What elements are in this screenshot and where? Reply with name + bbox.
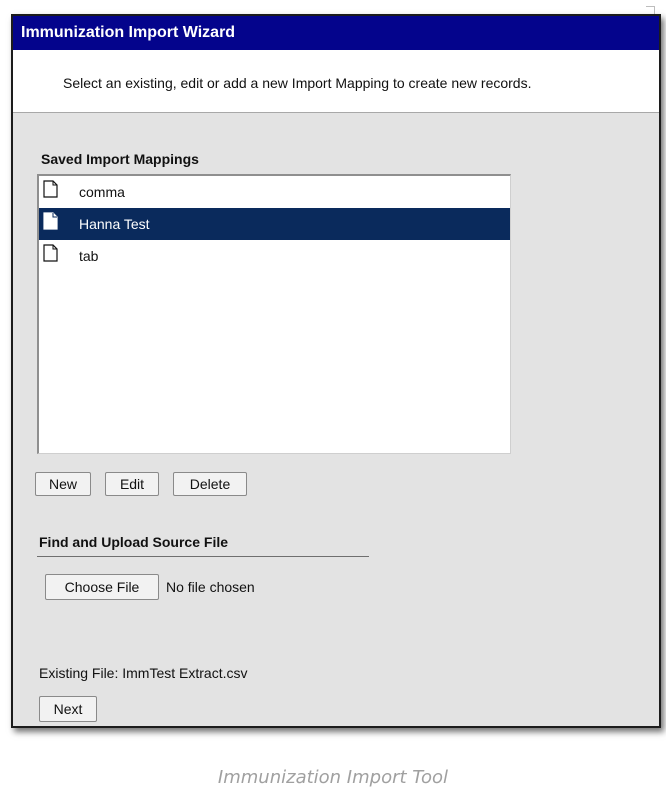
list-item-label: tab	[79, 248, 99, 264]
no-file-chosen-text: No file chosen	[166, 579, 255, 595]
list-item-tab[interactable]: tab	[39, 240, 510, 272]
list-item-label: comma	[79, 184, 125, 200]
upload-section-label: Find and Upload Source File	[39, 534, 229, 550]
choose-file-button[interactable]: Choose File	[45, 574, 159, 600]
instructions-panel: Select an existing, edit or add a new Im…	[13, 50, 659, 113]
instructions-text: Select an existing, edit or add a new Im…	[63, 75, 532, 91]
list-item-comma[interactable]: comma	[39, 176, 510, 208]
delete-button[interactable]: Delete	[173, 472, 247, 496]
document-icon	[43, 212, 58, 230]
figure-caption: Immunization Import Tool	[217, 767, 449, 788]
wizard-title-bar: Immunization Import Wizard	[13, 16, 659, 50]
edit-button[interactable]: Edit	[105, 472, 159, 496]
document-icon	[43, 180, 58, 198]
next-button[interactable]: Next	[39, 696, 97, 722]
existing-file-text: Existing File: ImmTest Extract.csv	[39, 665, 248, 681]
new-button[interactable]: New	[35, 472, 91, 496]
wizard-title: Immunization Import Wizard	[21, 24, 236, 41]
list-item-label: Hanna Test	[79, 216, 150, 232]
list-item-hanna-test[interactable]: Hanna Test	[39, 208, 510, 240]
saved-mappings-label: Saved Import Mappings	[41, 151, 199, 167]
import-wizard-window: Immunization Import Wizard Select an exi…	[11, 14, 661, 728]
saved-mappings-list[interactable]: comma Hanna Test tab	[37, 174, 511, 454]
upload-section-divider	[37, 556, 369, 557]
document-icon	[43, 244, 58, 262]
